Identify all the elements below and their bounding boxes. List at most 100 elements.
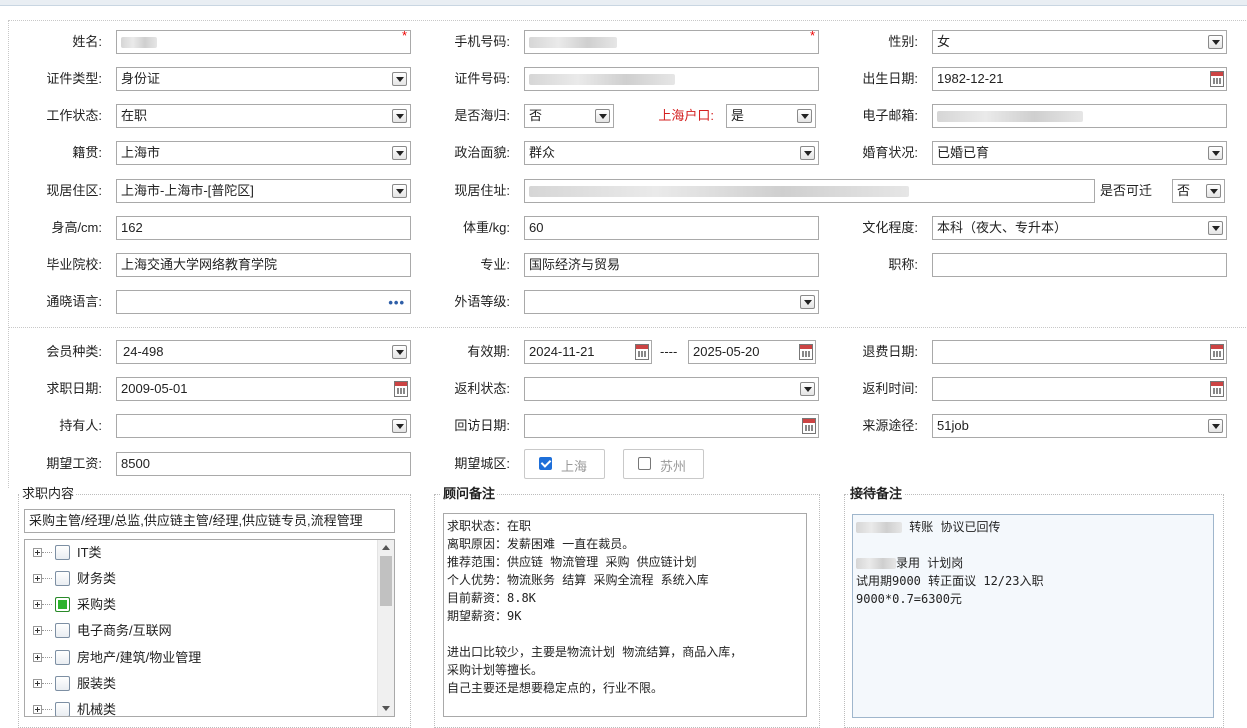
checkbox-unchecked-icon[interactable] <box>55 702 70 716</box>
weight-value: 60 <box>529 220 544 235</box>
reception-notes-textarea[interactable]: 转账 协议已回传 录用 计划岗 试用期9000 转正面议 12/23入职 900… <box>852 514 1214 718</box>
refund-date-input[interactable] <box>932 340 1227 364</box>
reception-note-text: 转账 协议已回传 <box>909 520 1001 534</box>
chevron-down-icon[interactable] <box>392 72 407 86</box>
checkbox-unchecked-icon[interactable] <box>55 623 70 638</box>
checkbox-unchecked-icon[interactable] <box>55 676 70 691</box>
checkbox-checked-icon[interactable] <box>539 457 552 470</box>
checkbox-partial-icon[interactable] <box>55 597 70 612</box>
chevron-down-icon[interactable] <box>800 382 815 396</box>
expand-icon[interactable] <box>33 679 42 688</box>
scroll-up-icon[interactable] <box>382 545 390 550</box>
foreign-level-select[interactable] <box>524 290 819 314</box>
chevron-down-icon[interactable] <box>1206 184 1221 198</box>
valid-to-input[interactable]: 2025-05-20 <box>688 340 816 364</box>
political-select[interactable]: 群众 <box>524 141 819 165</box>
checkbox-unchecked-icon[interactable] <box>638 457 651 470</box>
work-status-select[interactable]: 在职 <box>116 104 411 128</box>
checkbox-unchecked-icon[interactable] <box>55 571 70 586</box>
holder-label: 持有人: <box>59 418 102 433</box>
calendar-icon[interactable] <box>1210 344 1224 360</box>
education-select[interactable]: 本科（夜大、专升本） <box>932 216 1227 240</box>
chevron-down-icon[interactable] <box>800 295 815 309</box>
school-input[interactable]: 上海交通大学网络教育学院 <box>116 253 411 277</box>
chevron-down-icon[interactable] <box>797 109 812 123</box>
more-icon[interactable]: ••• <box>388 292 405 313</box>
marital-select[interactable]: 已婚已育 <box>932 141 1227 165</box>
calendar-icon[interactable] <box>802 418 816 434</box>
chevron-down-icon[interactable] <box>392 146 407 160</box>
language-input[interactable]: ••• <box>116 290 411 314</box>
current-area-select[interactable]: 上海市-上海市-[普陀区] <box>116 179 411 203</box>
chevron-down-icon[interactable] <box>392 419 407 433</box>
calendar-icon[interactable] <box>394 381 408 397</box>
checkbox-unchecked-icon[interactable] <box>55 545 70 560</box>
major-input[interactable]: 国际经济与贸易 <box>524 253 819 277</box>
political-label: 政治面貌: <box>454 145 510 160</box>
expand-icon[interactable] <box>33 600 42 609</box>
tree-node-label: 采购类 <box>77 597 117 612</box>
title-input[interactable] <box>932 253 1227 277</box>
id-type-select[interactable]: 身份证 <box>116 67 411 91</box>
tree-node[interactable]: 机械类 <box>25 698 375 716</box>
advisor-notes-textarea[interactable]: 求职状态：在职 离职原因：发薪困难 一直在裁员。 推荐范围：供应链 物流管理 采… <box>443 513 807 717</box>
job-summary-input[interactable]: 采购主管/经理/总监,供应链主管/经理,供应链专员,流程管理 <box>24 509 395 533</box>
phone-input[interactable]: * <box>524 30 819 54</box>
height-input[interactable]: 162 <box>116 216 411 240</box>
member-type-select[interactable]: 24-498 <box>116 340 411 364</box>
relocate-select[interactable]: 否 <box>1172 179 1225 203</box>
chevron-down-icon[interactable] <box>1208 419 1223 433</box>
expand-icon[interactable] <box>33 548 42 557</box>
expected-salary-input[interactable]: 8500 <box>116 452 411 476</box>
chevron-down-icon[interactable] <box>595 109 610 123</box>
expand-icon[interactable] <box>33 653 42 662</box>
expand-icon[interactable] <box>33 626 42 635</box>
job-date-input[interactable]: 2009-05-01 <box>116 377 411 401</box>
chevron-down-icon[interactable] <box>1208 146 1223 160</box>
name-input[interactable]: * <box>116 30 411 54</box>
tree-node[interactable]: 电子商务/互联网 <box>25 619 375 645</box>
expand-icon[interactable] <box>33 574 42 583</box>
overseas-select[interactable]: 否 <box>524 104 614 128</box>
tree-node[interactable]: 房地产/建筑/物业管理 <box>25 646 375 672</box>
scroll-down-icon[interactable] <box>382 706 390 711</box>
city-option-shanghai[interactable]: 上海 <box>524 449 605 479</box>
job-category-tree[interactable]: IT类 财务类 采购类 电子商务/互联网 房地产/建筑/物业管理 服装类 机械类 <box>24 539 395 717</box>
current-address-input[interactable] <box>524 179 1095 203</box>
shanghai-hukou-select[interactable]: 是 <box>726 104 816 128</box>
revisit-date-input[interactable] <box>524 414 819 438</box>
chevron-down-icon[interactable] <box>392 109 407 123</box>
calendar-icon[interactable] <box>1210 71 1224 87</box>
calendar-icon[interactable] <box>799 344 813 360</box>
calendar-icon[interactable] <box>1210 381 1224 397</box>
chevron-down-icon[interactable] <box>800 146 815 160</box>
city-option-suzhou[interactable]: 苏州 <box>623 449 704 479</box>
expand-icon[interactable] <box>33 705 42 714</box>
tree-node-label: 电子商务/互联网 <box>77 623 172 638</box>
checkbox-unchecked-icon[interactable] <box>55 650 70 665</box>
birth-date-input[interactable]: 1982-12-21 <box>932 67 1227 91</box>
chevron-down-icon[interactable] <box>1208 35 1223 49</box>
email-label: 电子邮箱: <box>862 108 918 123</box>
gender-select[interactable]: 女 <box>932 30 1227 54</box>
id-number-input[interactable] <box>524 67 819 91</box>
tree-node[interactable]: IT类 <box>25 541 375 567</box>
rebate-time-input[interactable] <box>932 377 1227 401</box>
holder-select[interactable] <box>116 414 411 438</box>
chevron-down-icon[interactable] <box>1208 221 1223 235</box>
current-address-label: 现居住址: <box>454 183 510 198</box>
tree-node[interactable]: 服装类 <box>25 672 375 698</box>
email-input[interactable] <box>932 104 1227 128</box>
native-place-select[interactable]: 上海市 <box>116 141 411 165</box>
tree-node[interactable]: 财务类 <box>25 567 375 593</box>
chevron-down-icon[interactable] <box>392 345 407 359</box>
source-select[interactable]: 51job <box>932 414 1227 438</box>
weight-input[interactable]: 60 <box>524 216 819 240</box>
calendar-icon[interactable] <box>635 344 649 360</box>
scroll-thumb[interactable] <box>380 556 392 606</box>
rebate-status-select[interactable] <box>524 377 819 401</box>
tree-scrollbar[interactable] <box>377 540 394 716</box>
tree-node[interactable]: 采购类 <box>25 593 375 619</box>
valid-from-input[interactable]: 2024-11-21 <box>524 340 652 364</box>
chevron-down-icon[interactable] <box>392 184 407 198</box>
